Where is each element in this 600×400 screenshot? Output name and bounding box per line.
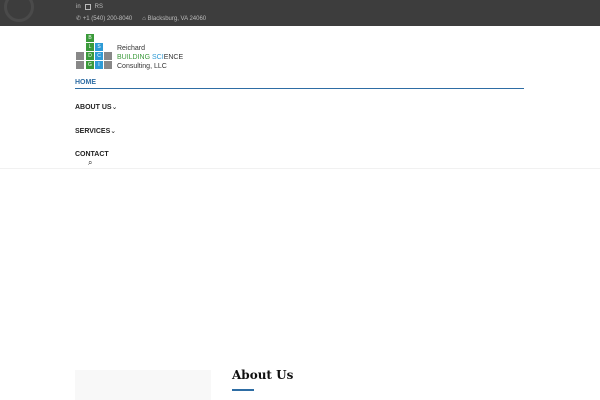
logo-line2a: BUILDING [117,54,151,61]
logo-line2c: ENCE [163,54,184,61]
nav-home[interactable]: HOME [75,79,96,86]
logo-text: Reichard BUILDING SCIENCE Consulting, LL… [117,44,183,71]
address: ⌂ Blacksburg, VA 24060 [142,15,207,22]
linkedin-icon[interactable]: in [76,4,81,10]
nav-active-underline [75,88,524,89]
logo-tile: D [86,52,94,60]
chevron-down-icon: ⌄ [110,128,117,135]
nav-label: ABOUT US [75,104,112,111]
instagram-icon[interactable] [84,4,91,10]
rs-icon[interactable]: RS [95,4,103,10]
logo-tile: G [86,61,94,69]
about-image-placeholder [75,370,211,400]
header-divider [0,168,600,169]
logo-tile [76,61,84,69]
nav-contact[interactable]: CONTACT [75,151,109,158]
about-heading: About Us [232,368,294,382]
logo-line1: Reichard [117,45,146,52]
search-icon[interactable]: ⌕ [88,158,92,168]
top-bar: in RS ✆ +1 (540) 200-8040 ⌂ Blacksburg, … [0,0,600,26]
nav-services[interactable]: SERVICES⌄ [75,127,116,135]
nav-label: SERVICES [75,128,111,135]
logo-line2b: SCI [150,54,164,61]
logo-line3: Consulting, LLC [117,63,167,70]
address-text: Blacksburg, VA 24060 [147,15,207,22]
social-links: in RS [76,4,103,10]
phone-text: +1 (540) 200-8040 [82,16,133,22]
nav-about-us[interactable]: ABOUT US⌄ [75,103,117,111]
chevron-down-icon: ⌄ [111,104,118,111]
logo-tile: C [95,52,103,60]
logo-tile [76,52,84,60]
logo-tile [104,52,112,60]
logo-tile [104,61,112,69]
phone-link[interactable]: ✆ +1 (540) 200-8040 [76,15,132,22]
logo-tile: I [95,61,103,69]
logo-tile: L [86,43,94,51]
logo-tile: B [86,34,94,42]
decorative-circle [4,0,34,22]
logo-tile: S [95,43,103,51]
heading-underline [232,389,254,391]
